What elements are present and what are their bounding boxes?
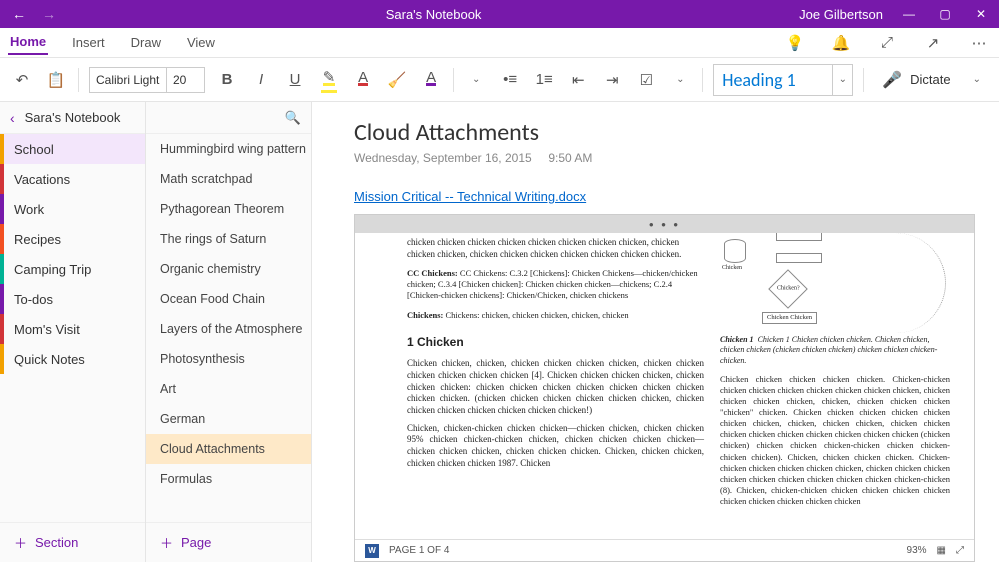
forward-arrow[interactable]: → <box>42 6 56 22</box>
preview-text: Chickens: Chickens: chicken, chicken chi… <box>407 310 704 321</box>
notifications-icon[interactable]: 🔔 <box>829 34 853 52</box>
sections-panel: ‹ Sara's Notebook placeholder SchoolVaca… <box>0 102 146 562</box>
font-name-select[interactable]: Calibri Light <box>89 67 167 93</box>
section-item[interactable]: Mom's Visit <box>0 314 145 344</box>
checkbox-button[interactable]: ☑ <box>634 67 658 93</box>
tab-view[interactable]: View <box>185 31 217 54</box>
microphone-icon: 🎤 <box>882 70 902 90</box>
fullscreen-icon[interactable]: ⤢ <box>875 34 899 51</box>
preview-caption: Chicken 1 Chicken 1 Chicken chicken chic… <box>720 335 950 366</box>
page-item[interactable]: Organic chemistry <box>146 254 311 284</box>
minimize-button[interactable]: — <box>891 0 927 28</box>
share-icon[interactable]: ↗ <box>921 34 945 52</box>
underline-button[interactable]: U <box>283 67 307 93</box>
preview-text: Chicken, chicken-chicken chicken chicken… <box>407 423 704 470</box>
back-arrow[interactable]: ← <box>12 6 26 22</box>
notebook-name: Sara's Notebook <box>0 110 229 125</box>
style-select-arrow[interactable]: ⌄ <box>833 64 853 96</box>
clipboard-button[interactable]: 📋 <box>44 67 68 93</box>
page-item[interactable]: Photosynthesis <box>146 344 311 374</box>
section-item[interactable]: Camping Trip <box>0 254 145 284</box>
preview-heading: 1 Chicken <box>407 335 704 351</box>
page-indicator: PAGE 1 OF 4 <box>389 545 449 556</box>
preview-footer: W PAGE 1 OF 4 93% ▦ ⤢ <box>355 539 974 561</box>
tab-home[interactable]: Home <box>8 30 48 55</box>
format-painter-button[interactable]: A <box>419 67 443 93</box>
maximize-button[interactable]: ▢ <box>927 0 963 28</box>
page-date: Wednesday, September 16, 2015 9:50 AM <box>354 151 975 165</box>
numbered-list-button[interactable]: 1≡ <box>532 67 556 93</box>
lightbulb-icon[interactable]: 💡 <box>783 34 807 52</box>
page-item[interactable]: Art <box>146 374 311 404</box>
style-select[interactable]: Heading 1 <box>713 64 833 96</box>
preview-text: Chicken chicken chicken chicken chicken.… <box>720 374 950 507</box>
bullet-list-button[interactable]: •≡ <box>498 67 522 93</box>
pages-panel: 🔍 Hummingbird wing patternMath scratchpa… <box>146 102 312 562</box>
tags-menu[interactable]: ⌄ <box>668 67 692 93</box>
page-item[interactable]: German <box>146 404 311 434</box>
section-item[interactable]: Vacations <box>0 164 145 194</box>
add-section-button[interactable]: ＋Section <box>0 522 145 562</box>
preview-handle[interactable]: • • • <box>355 215 974 233</box>
page-item[interactable]: The rings of Saturn <box>146 224 311 254</box>
page-item[interactable]: Layers of the Atmosphere <box>146 314 311 344</box>
word-icon: W <box>365 544 379 558</box>
page-item[interactable]: Cloud Attachments <box>146 434 311 464</box>
section-item[interactable]: To-dos <box>0 284 145 314</box>
titlebar: ← → Sara's Notebook Joe Gilbertson — ▢ ✕ <box>0 0 999 28</box>
section-item[interactable]: Work <box>0 194 145 224</box>
bold-button[interactable]: B <box>215 67 239 93</box>
add-page-button[interactable]: ＋Page <box>146 522 311 562</box>
section-list: SchoolVacationsWorkRecipesCamping TripTo… <box>0 134 145 522</box>
plus-icon: ＋ <box>14 533 27 552</box>
page-list: Hummingbird wing patternMath scratchpadP… <box>146 134 311 522</box>
undo-button[interactable]: ↶ <box>10 67 34 93</box>
page-item[interactable]: Pythagorean Theorem <box>146 194 311 224</box>
indent-button[interactable]: ⇥ <box>600 67 624 93</box>
font-size-select[interactable]: 20 <box>167 67 205 93</box>
outdent-button[interactable]: ⇤ <box>566 67 590 93</box>
window-title: Sara's Notebook <box>68 7 799 22</box>
plus-icon: ＋ <box>160 533 173 552</box>
tab-insert[interactable]: Insert <box>70 31 107 54</box>
notebook-header: ‹ Sara's Notebook placeholder <box>0 102 145 134</box>
highlight-button[interactable]: ✎ <box>317 67 341 93</box>
close-button[interactable]: ✕ <box>963 0 999 28</box>
section-item[interactable]: Recipes <box>0 224 145 254</box>
page-item[interactable]: Hummingbird wing pattern <box>146 134 311 164</box>
tab-draw[interactable]: Draw <box>129 31 163 54</box>
zoom-level: 93% <box>907 545 927 556</box>
preview-text: chicken chicken chicken chicken chicken … <box>407 237 704 260</box>
page-title[interactable]: Cloud Attachments <box>354 118 975 147</box>
clear-formatting-button[interactable]: 🧹 <box>385 67 409 93</box>
view-mode-icon[interactable]: ▦ <box>937 545 946 556</box>
fullscreen-preview-icon[interactable]: ⤢ <box>956 545 964 556</box>
section-item[interactable]: School <box>0 134 145 164</box>
page-item[interactable]: Formulas <box>146 464 311 494</box>
menubar: Home Insert Draw View 💡 🔔 ⤢ ↗ ⋯ <box>0 28 999 58</box>
paragraph-menu[interactable]: ⌄ <box>464 67 488 93</box>
section-item[interactable]: Quick Notes <box>0 344 145 374</box>
user-name[interactable]: Joe Gilbertson <box>799 7 891 22</box>
ribbon: ↶ 📋 Calibri Light 20 B I U ✎ A 🧹 A ⌄ •≡ … <box>0 58 999 102</box>
more-icon[interactable]: ⋯ <box>967 34 991 52</box>
content-area[interactable]: Cloud Attachments Wednesday, September 1… <box>312 102 999 562</box>
font-color-button[interactable]: A <box>351 67 375 93</box>
preview-flowchart: Chicken Chicken? Chicken Chicken <box>720 237 950 327</box>
page-item[interactable]: Math scratchpad <box>146 164 311 194</box>
document-preview: • • • chicken chicken chicken chicken ch… <box>354 214 975 562</box>
chevron-down-icon: ⌄ <box>973 74 981 85</box>
search-icon[interactable]: 🔍 <box>285 110 301 126</box>
italic-button[interactable]: I <box>249 67 273 93</box>
dictate-label: Dictate <box>910 72 950 87</box>
preview-text: CC Chickens: CC Chickens: C.3.2 [Chicken… <box>407 268 704 301</box>
preview-text: Chicken chicken, chicken, chicken chicke… <box>407 358 704 416</box>
attachment-link[interactable]: Mission Critical -- Technical Writing.do… <box>354 189 975 204</box>
page-item[interactable]: Ocean Food Chain <box>146 284 311 314</box>
dictate-button[interactable]: 🎤 Dictate ⌄ <box>874 70 989 90</box>
